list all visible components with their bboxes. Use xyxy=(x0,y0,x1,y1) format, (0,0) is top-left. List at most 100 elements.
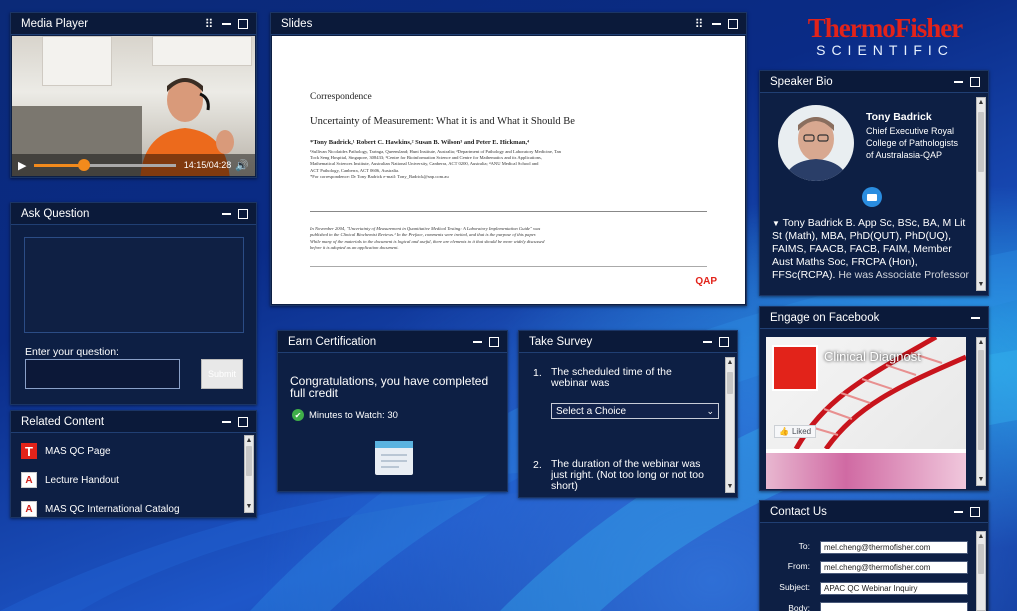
facebook-like-button[interactable]: 👍 Liked xyxy=(774,425,817,438)
chevron-down-icon: ⌄ xyxy=(706,405,714,416)
maximize-icon[interactable] xyxy=(236,17,250,31)
minimize-icon[interactable] xyxy=(219,207,233,221)
scroll-down-icon[interactable]: ▼ xyxy=(977,475,985,485)
scroll-thumb[interactable] xyxy=(978,544,984,574)
scroll-thumb[interactable] xyxy=(246,446,252,476)
minimize-icon[interactable] xyxy=(470,335,484,349)
ask-question-header: Ask Question xyxy=(11,203,256,225)
speaker-role: Chief Executive Royal College of Patholo… xyxy=(866,126,959,160)
survey-scrollbar[interactable]: ▲ ▼ xyxy=(725,357,735,493)
minutes-to-watch: ✔ Minutes to Watch: 30 xyxy=(292,409,398,421)
maximize-icon[interactable] xyxy=(487,335,501,349)
thumbs-up-icon: 👍 xyxy=(779,427,789,436)
minimize-icon[interactable] xyxy=(219,415,233,429)
layout-grid-icon[interactable]: ⠿ xyxy=(202,17,216,31)
minimize-icon[interactable] xyxy=(700,335,714,349)
maximize-icon[interactable] xyxy=(236,207,250,221)
scroll-thumb[interactable] xyxy=(978,112,984,172)
survey-q1-select[interactable]: Select a Choice ⌄ xyxy=(551,403,719,419)
slide-affiliations: ¹Sullivan Nicolaides Pathology, Taringa,… xyxy=(310,149,710,180)
slides-header: Slides ⠿ xyxy=(271,13,746,35)
certificate-icon[interactable] xyxy=(375,441,413,475)
facebook-page-avatar xyxy=(772,345,818,391)
minimize-icon[interactable] xyxy=(968,311,982,325)
scroll-down-icon[interactable]: ▼ xyxy=(977,280,985,290)
brand-t-icon: T xyxy=(21,443,37,459)
scroll-down-icon[interactable]: ▼ xyxy=(726,482,734,492)
slide-authors: *Tony Badrick,¹ Robert C. Hawkins,² Susa… xyxy=(310,139,530,146)
thermo-fisher-logo: ThermoFisher SCIENTIFIC xyxy=(780,14,990,64)
scroll-up-icon[interactable]: ▲ xyxy=(977,98,985,108)
seek-progress xyxy=(34,163,84,167)
facebook-scrollbar[interactable]: ▲ ▼ xyxy=(976,337,986,486)
volume-icon[interactable]: 🔊 xyxy=(235,159,249,172)
panel-title: Contact Us xyxy=(770,505,827,518)
scroll-up-icon[interactable]: ▲ xyxy=(977,532,985,542)
video-frame[interactable]: ▶ 14:15/04:28 🔊 xyxy=(12,36,255,176)
body-field[interactable] xyxy=(820,602,968,611)
related-scrollbar[interactable]: ▲ ▼ xyxy=(244,435,254,513)
earn-certification-panel: Earn Certification Congratulations, you … xyxy=(277,330,508,492)
seek-bar[interactable] xyxy=(34,158,176,171)
slide-view[interactable]: Correspondence Uncertainty of Measuremen… xyxy=(272,36,745,304)
logo-line-2: SCIENTIFIC xyxy=(816,42,954,58)
panel-title: Take Survey xyxy=(529,335,593,348)
pdf-icon: A xyxy=(21,501,37,517)
maximize-icon[interactable] xyxy=(236,415,250,429)
video-controls: ▶ 14:15/04:28 🔊 xyxy=(12,154,255,176)
from-field[interactable]: mel.cheng@thermofisher.com xyxy=(820,561,968,574)
survey-q1-number: 1. xyxy=(533,367,542,379)
minimize-icon[interactable] xyxy=(219,17,233,31)
affiliation-line: *For correspondence: Dr Tony Badrick e-m… xyxy=(310,173,449,179)
minimize-icon[interactable] xyxy=(951,505,965,519)
scroll-up-icon[interactable]: ▲ xyxy=(245,436,253,446)
to-field[interactable]: mel.cheng@thermofisher.com xyxy=(820,541,968,554)
email-speaker-icon[interactable] xyxy=(862,187,882,207)
related-item-mas-qc-catalog[interactable]: A MAS QC International Catalog xyxy=(21,501,180,517)
maximize-icon[interactable] xyxy=(968,75,982,89)
earn-certification-header: Earn Certification xyxy=(278,331,507,353)
caret-down-icon: ▼ xyxy=(772,219,780,228)
related-item-mas-qc-page[interactable]: T MAS QC Page xyxy=(21,443,111,459)
layout-grid-icon[interactable]: ⠿ xyxy=(692,17,706,31)
panel-title: Related Content xyxy=(21,415,105,428)
related-item-lecture-handout[interactable]: A Lecture Handout xyxy=(21,472,119,488)
maximize-icon[interactable] xyxy=(726,17,740,31)
speaker-bio-panel: Speaker Bio Tony Badrick Chief Executive… xyxy=(759,70,989,296)
seek-handle[interactable] xyxy=(77,158,90,171)
slide-section: Correspondence xyxy=(310,92,372,102)
contact-scrollbar[interactable]: ▲ xyxy=(976,531,986,611)
scroll-down-icon[interactable]: ▼ xyxy=(245,502,253,512)
facebook-page-name: Clinical Diagnost xyxy=(824,349,921,364)
contact-us-panel: Contact Us To: mel.cheng@thermofisher.co… xyxy=(759,500,989,611)
check-icon: ✔ xyxy=(292,409,304,421)
scroll-thumb[interactable] xyxy=(727,372,733,394)
time-display: 14:15/04:28 xyxy=(183,160,232,170)
minimize-icon[interactable] xyxy=(951,75,965,89)
questions-display xyxy=(24,237,244,333)
subject-field[interactable]: APAC QC Webinar Inquiry xyxy=(820,582,968,595)
panel-title: Media Player xyxy=(21,17,89,30)
facebook-panel: Engage on Facebook Clinical Diagnost 👍 L… xyxy=(759,306,989,491)
facebook-page-embed[interactable]: Clinical Diagnost 👍 Liked xyxy=(766,337,966,489)
slide-abstract: In November 2004, "Uncertainty of Measur… xyxy=(310,226,710,252)
scroll-thumb[interactable] xyxy=(978,350,984,450)
play-icon[interactable]: ▶ xyxy=(18,159,26,172)
question-input[interactable] xyxy=(25,359,180,389)
submit-question-button[interactable]: Submit xyxy=(201,359,243,389)
maximize-icon[interactable] xyxy=(968,505,982,519)
panel-title: Earn Certification xyxy=(288,335,377,348)
related-content-panel: Related Content T MAS QC Page A Lecture … xyxy=(10,410,257,518)
panel-title: Engage on Facebook xyxy=(770,311,880,324)
logo-line-1: ThermoFisher xyxy=(807,13,963,43)
maximize-icon[interactable] xyxy=(717,335,731,349)
to-label: To: xyxy=(798,541,810,551)
bio-scrollbar[interactable]: ▲ ▼ xyxy=(976,97,986,291)
cabinet-image xyxy=(42,36,112,86)
select-value: Select a Choice xyxy=(556,405,627,417)
bio-paragraph-more: He was Associate Professor xyxy=(838,269,970,281)
scroll-up-icon[interactable]: ▲ xyxy=(977,338,985,348)
scroll-up-icon[interactable]: ▲ xyxy=(726,358,734,368)
minimize-icon[interactable] xyxy=(709,17,723,31)
from-label: From: xyxy=(787,561,810,571)
